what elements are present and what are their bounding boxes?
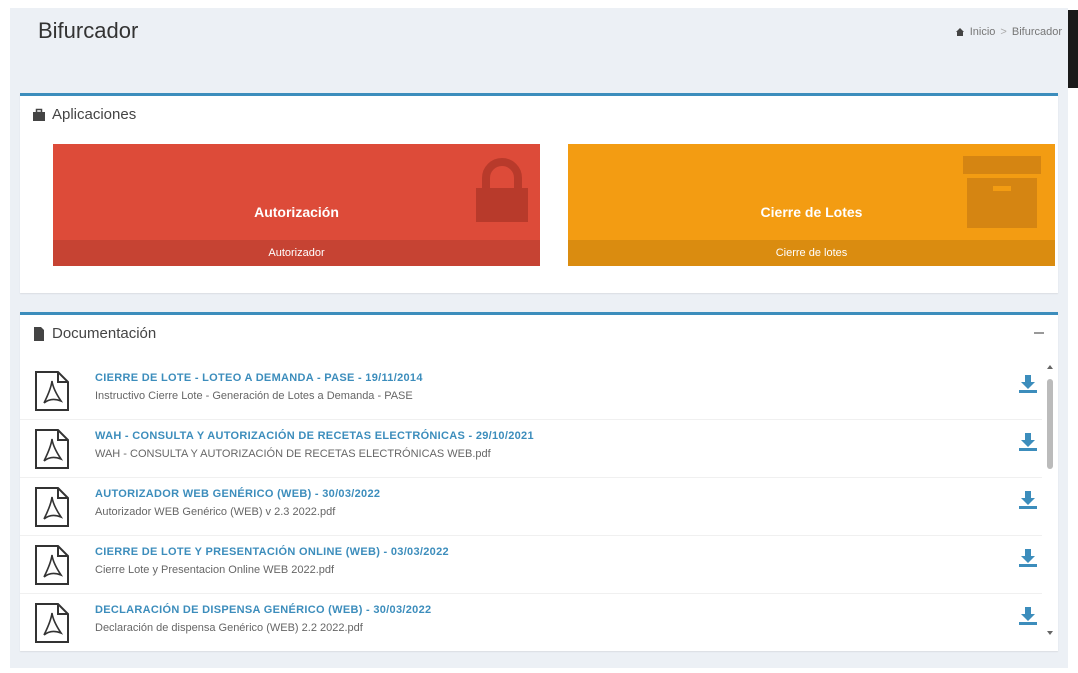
applications-box: Aplicaciones Autorización Autorizador Ci… <box>20 93 1058 293</box>
documentation-title: Documentación <box>52 325 157 342</box>
download-icon[interactable] <box>1018 374 1038 394</box>
doc-description: WAH - CONSULTA Y AUTORIZACIÓN DE RECETAS… <box>95 448 491 460</box>
list-item: DECLARACIÓN DE DISPENSA GENÉRICO (WEB) -… <box>20 593 1042 649</box>
tile-autorizacion-footer[interactable]: Autorizador <box>53 240 540 266</box>
tile-autorizacion[interactable]: Autorización Autorizador <box>53 144 540 266</box>
tile-cierre-lotes-label: Cierre de Lotes <box>760 204 863 220</box>
home-icon <box>955 28 964 36</box>
document-list: CIERRE DE LOTE - LOTEO A DEMANDA - PASE … <box>20 361 1042 649</box>
pdf-file-icon <box>35 429 69 469</box>
download-icon[interactable] <box>1018 432 1038 452</box>
download-icon[interactable] <box>1018 548 1038 568</box>
list-item: WAH - CONSULTA Y AUTORIZACIÓN DE RECETAS… <box>20 419 1042 478</box>
pdf-file-icon <box>35 487 69 527</box>
download-icon[interactable] <box>1018 606 1038 626</box>
doc-title-link[interactable]: DECLARACIÓN DE DISPENSA GENÉRICO (WEB) -… <box>95 604 431 616</box>
tile-cierre-lotes-footer[interactable]: Cierre de lotes <box>568 240 1055 266</box>
page-title: Bifurcador <box>38 18 139 43</box>
tile-autorizacion-label: Autorización <box>254 204 339 220</box>
pdf-file-icon <box>35 603 69 643</box>
breadcrumb-item-home[interactable]: Inicio <box>970 26 996 38</box>
app-window: Bifurcador Inicio > Bifurcador Aplicacio… <box>0 0 1078 673</box>
scroll-up-arrow[interactable] <box>1047 365 1053 369</box>
applications-title: Aplicaciones <box>52 106 137 123</box>
list-item: CIERRE DE LOTE - LOTEO A DEMANDA - PASE … <box>20 361 1042 420</box>
breadcrumb-item-current: Bifurcador <box>1011 26 1062 38</box>
doc-title-link[interactable]: CIERRE DE LOTE Y PRESENTACIÓN ONLINE (WE… <box>95 546 449 558</box>
doc-title-link[interactable]: CIERRE DE LOTE - LOTEO A DEMANDA - PASE … <box>95 372 423 384</box>
pdf-file-icon <box>35 545 69 585</box>
doc-description: Declaración de dispensa Genérico (WEB) 2… <box>95 622 363 634</box>
collapse-button[interactable] <box>1032 325 1046 339</box>
briefcase-icon <box>33 108 45 121</box>
download-icon[interactable] <box>1018 490 1038 510</box>
doc-description: Instructivo Cierre Lote - Generación de … <box>95 390 413 402</box>
right-edge-bar <box>1068 10 1078 88</box>
doc-description: Autorizador WEB Genérico (WEB) v 2.3 202… <box>95 506 336 518</box>
file-icon <box>34 326 44 341</box>
breadcrumb-separator: > <box>1000 26 1007 38</box>
breadcrumb: Inicio > Bifurcador <box>955 26 1062 38</box>
tile-cierre-lotes[interactable]: Cierre de Lotes Cierre de lotes <box>568 144 1055 266</box>
doc-title-link[interactable]: WAH - CONSULTA Y AUTORIZACIÓN DE RECETAS… <box>95 430 534 442</box>
documentation-box: Documentación CIERRE DE LOTE - LOTEO A D… <box>20 312 1058 651</box>
list-item: AUTORIZADOR WEB GENÉRICO (WEB) - 30/03/2… <box>20 477 1042 536</box>
applications-header: Aplicaciones <box>32 106 136 123</box>
document-list-scrollbar[interactable] <box>1044 365 1056 635</box>
doc-title-link[interactable]: AUTORIZADOR WEB GENÉRICO (WEB) - 30/03/2… <box>95 488 380 500</box>
pdf-file-icon <box>35 371 69 411</box>
scroll-down-arrow[interactable] <box>1047 631 1053 635</box>
documentation-header: Documentación <box>32 325 156 342</box>
list-item: CIERRE DE LOTE Y PRESENTACIÓN ONLINE (WE… <box>20 535 1042 594</box>
doc-description: Cierre Lote y Presentacion Online WEB 20… <box>95 564 335 576</box>
scroll-thumb[interactable] <box>1047 379 1053 469</box>
